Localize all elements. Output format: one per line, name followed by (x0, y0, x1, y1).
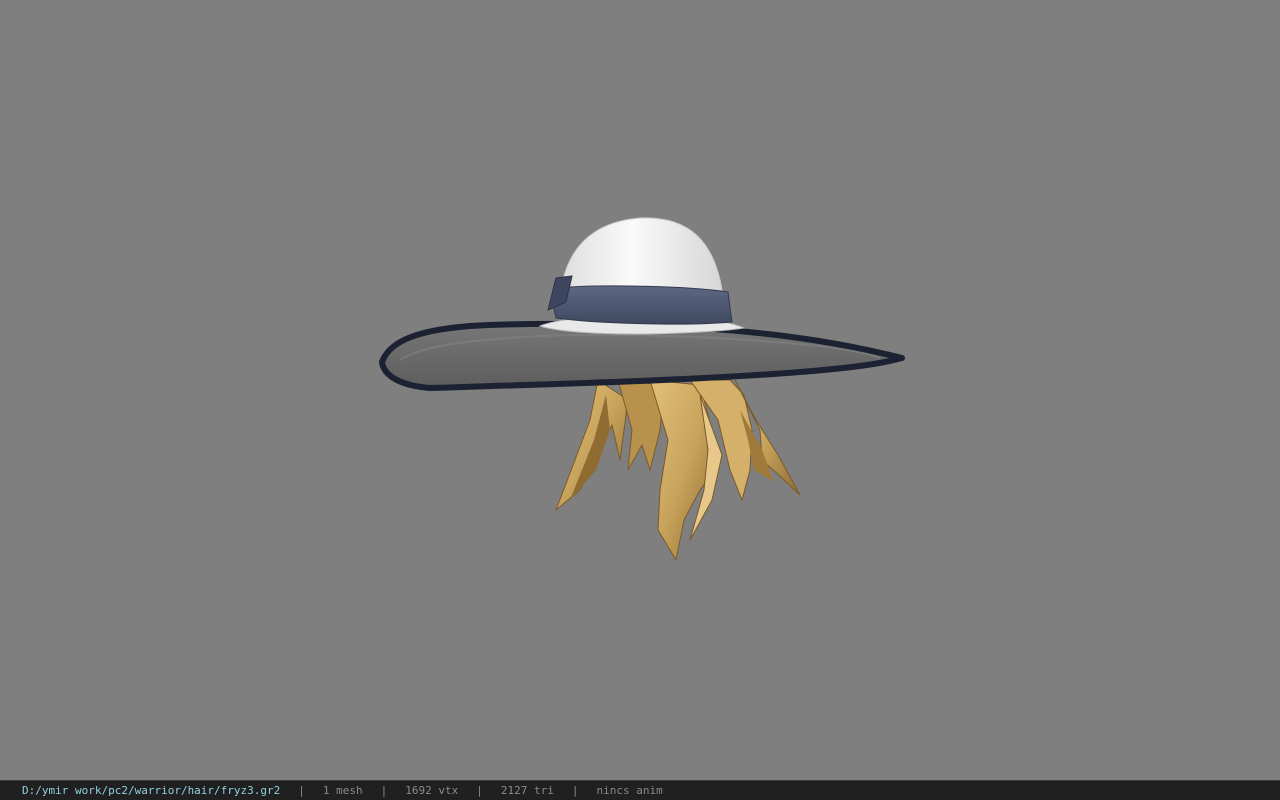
hat-crown (538, 217, 746, 335)
anim-status-label: nincs anim (596, 784, 663, 797)
status-bar: D:/ymir work/pc2/warrior/hair/fryz3.gr2 … (0, 780, 1280, 800)
separator: | (571, 784, 579, 797)
model-render (379, 217, 905, 562)
mesh-count-label: 1 mesh (322, 784, 363, 797)
vertex-count-label: 1692 vtx (405, 784, 459, 797)
triangle-count-label: 2127 tri (500, 784, 554, 797)
separator: | (476, 784, 483, 797)
separator: | (298, 784, 305, 797)
3d-viewport[interactable] (0, 0, 1280, 780)
hair-mesh (554, 379, 801, 562)
file-path-label: D:/ymir work/pc2/warrior/hair/fryz3.gr2 (22, 784, 281, 797)
separator: | (380, 784, 388, 797)
